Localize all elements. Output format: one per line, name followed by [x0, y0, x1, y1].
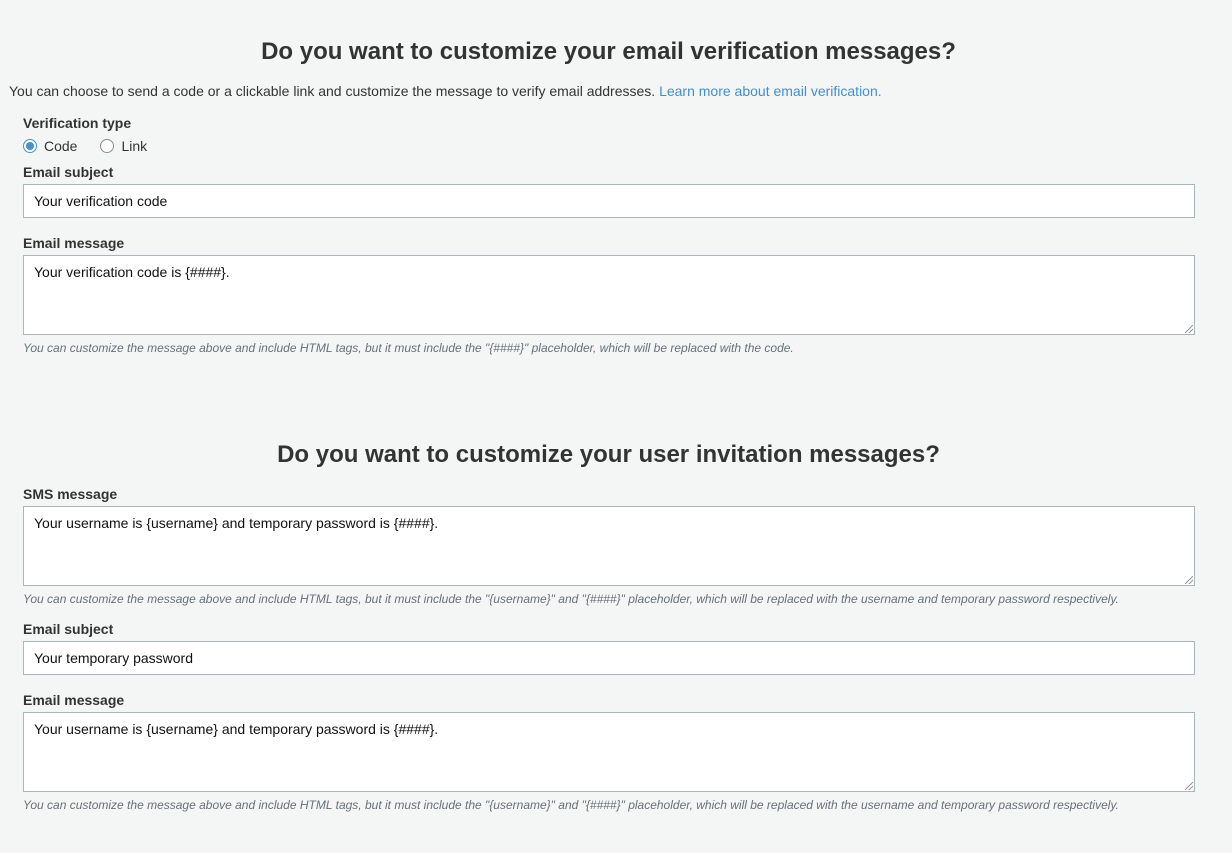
link-radio[interactable]: [100, 139, 115, 153]
invitation-email-subject-label: Email subject: [23, 621, 114, 637]
user-invitation-heading: Do you want to customize your user invit…: [277, 441, 940, 468]
invitation-email-message-hint: You can customize the message above and …: [23, 798, 1119, 812]
email-verification-heading: Do you want to customize your email veri…: [261, 38, 956, 65]
invitation-email-message-value: Your username is {username} and temporar…: [34, 721, 439, 737]
sms-message-hint: You can customize the message above and …: [23, 592, 1119, 606]
verification-type-radio-group: Code Link: [23, 137, 170, 155]
intro-text: You can choose to send a code or a click…: [9, 83, 656, 99]
verification-email-message-value: Your verification code is {####}.: [34, 264, 230, 280]
invitation-email-message-label: Email message: [23, 692, 125, 708]
invitation-email-subject-input[interactable]: Your temporary password: [23, 641, 1195, 675]
verification-email-message-hint: You can customize the message above and …: [23, 341, 794, 355]
verification-email-message-label: Email message: [23, 235, 125, 251]
sms-message-value: Your username is {username} and temporar…: [34, 515, 439, 531]
verification-type-code-option[interactable]: Code: [23, 138, 77, 154]
sms-message-textarea[interactable]: Your username is {username} and temporar…: [23, 506, 1195, 586]
page: Do you want to customize your email veri…: [0, 0, 1232, 853]
link-radio-label: Link: [121, 138, 148, 154]
verification-email-subject-label: Email subject: [23, 164, 114, 180]
resize-handle-icon[interactable]: [1185, 576, 1193, 584]
invitation-email-message-textarea[interactable]: Your username is {username} and temporar…: [23, 712, 1195, 792]
email-verification-intro: You can choose to send a code or a click…: [9, 82, 882, 100]
code-radio[interactable]: [23, 139, 37, 153]
resize-handle-icon[interactable]: [1185, 325, 1193, 333]
learn-more-email-verification-link[interactable]: Learn more about email verification.: [659, 83, 882, 99]
resize-handle-icon[interactable]: [1185, 782, 1193, 790]
verification-type-label: Verification type: [23, 115, 132, 131]
verification-email-subject-input[interactable]: Your verification code: [23, 184, 1195, 218]
verification-email-message-textarea[interactable]: Your verification code is {####}.: [23, 255, 1195, 335]
verification-type-link-option[interactable]: Link: [100, 138, 147, 154]
sms-message-label: SMS message: [23, 486, 118, 502]
code-radio-label: Code: [44, 138, 78, 154]
